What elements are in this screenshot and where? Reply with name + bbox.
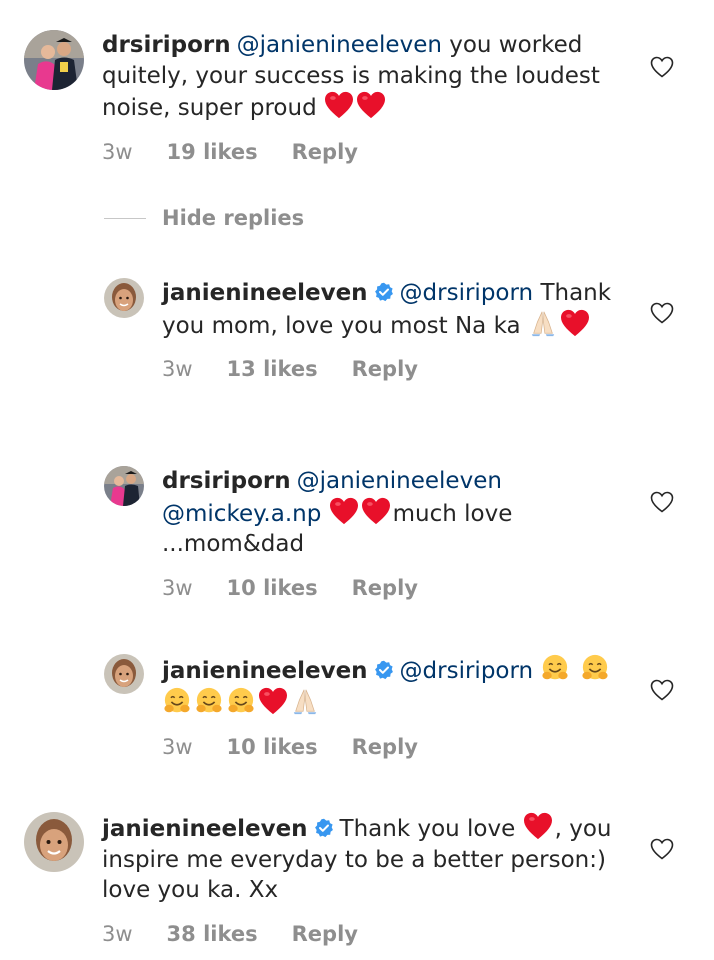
- hugging-face-emoji: [162, 687, 192, 715]
- hide-replies-label: Hide replies: [162, 206, 305, 230]
- timestamp: 3w: [162, 575, 193, 600]
- hugging-face-emoji: [540, 654, 570, 682]
- red-heart-emoji: [356, 91, 386, 119]
- hugging-face-emoji: [194, 687, 224, 715]
- username[interactable]: janienineeleven: [162, 658, 368, 684]
- avatar[interactable]: [24, 812, 84, 872]
- likes-count[interactable]: 13 likes: [227, 357, 318, 381]
- red-heart-emoji: [258, 687, 288, 715]
- reply-button[interactable]: Reply: [292, 922, 358, 946]
- comment-meta: 3w 10 likes Reply: [162, 576, 634, 600]
- comment-body: much: [392, 500, 457, 527]
- verified-badge-icon: [314, 818, 334, 838]
- likes-count[interactable]: 38 likes: [167, 922, 258, 946]
- heart-outline-icon[interactable]: [650, 491, 674, 513]
- likes-count[interactable]: 10 likes: [227, 735, 318, 759]
- comment-text: drsiriporn @janienineeleven you worked qu…: [102, 30, 634, 124]
- hugging-face-emoji: [580, 654, 610, 682]
- timestamp: 3w: [162, 357, 193, 381]
- comment-item: janienineeleven Thank you love , you insp…: [24, 812, 634, 946]
- red-heart-emoji: [329, 497, 359, 525]
- mention-link[interactable]: @janienineeleven: [237, 32, 442, 58]
- mention-link[interactable]: @drsiriporn: [400, 280, 534, 306]
- timestamp: 3w: [102, 921, 133, 946]
- comment-text: janienineeleven @drsiriporn Thank you mom…: [162, 278, 634, 341]
- reply-button[interactable]: Reply: [352, 576, 418, 600]
- reply-button[interactable]: Reply: [292, 140, 358, 164]
- comment-meta: 3w 19 likes Reply: [102, 140, 634, 164]
- timestamp: 3w: [162, 735, 193, 759]
- username[interactable]: drsiriporn: [162, 468, 291, 494]
- comment-text: janienineeleven Thank you love , you insp…: [102, 812, 634, 906]
- divider: [104, 217, 146, 219]
- avatar[interactable]: [104, 466, 144, 506]
- mention-link[interactable]: @drsiriporn: [400, 658, 534, 684]
- heart-outline-icon[interactable]: [650, 56, 674, 78]
- avatar[interactable]: [24, 30, 84, 90]
- comment-meta: 3w 38 likes Reply: [102, 922, 634, 946]
- heart-outline-icon[interactable]: [650, 302, 674, 324]
- avatar[interactable]: [104, 654, 144, 694]
- timestamp: 3w: [102, 139, 133, 164]
- reply-button[interactable]: Reply: [352, 735, 418, 759]
- comment-thread: drsiriporn @janienineeleven you worked qu…: [0, 0, 714, 960]
- likes-count[interactable]: 10 likes: [227, 576, 318, 600]
- mention-link[interactable]: @janienineeleven: [297, 468, 502, 494]
- mention-link[interactable]: @mickey.a.np: [162, 501, 321, 527]
- reply-item: janienineeleven @drsiriporn Thank you mom…: [104, 278, 634, 381]
- comment-text: drsiriporn @janienineeleven @mickey.a.np …: [162, 466, 634, 560]
- folded-hands-emoji: [290, 687, 320, 715]
- verified-badge-icon: [374, 282, 394, 302]
- red-heart-emoji: [361, 497, 391, 525]
- comment-meta: 3w 10 likes Reply: [162, 735, 634, 759]
- comment-text: janienineeleven @drsiriporn: [162, 654, 634, 719]
- username[interactable]: drsiriporn: [102, 32, 231, 58]
- reply-item: janienineeleven @drsiriporn 3w 10 likes R…: [104, 654, 634, 759]
- folded-hands-emoji: [528, 309, 558, 337]
- heart-outline-icon[interactable]: [650, 679, 674, 701]
- username[interactable]: janienineeleven: [102, 816, 308, 842]
- heart-outline-icon[interactable]: [650, 838, 674, 860]
- reply-button[interactable]: Reply: [352, 357, 418, 381]
- red-heart-emoji: [560, 309, 590, 337]
- comment-body: Thank you love: [339, 816, 516, 842]
- avatar[interactable]: [104, 278, 144, 318]
- username[interactable]: janienineeleven: [162, 280, 368, 306]
- red-heart-emoji: [523, 812, 553, 840]
- likes-count[interactable]: 19 likes: [167, 140, 258, 164]
- comment-meta: 3w 13 likes Reply: [162, 357, 634, 381]
- comment-item: drsiriporn @janienineeleven you worked qu…: [24, 30, 634, 164]
- hugging-face-emoji: [226, 687, 256, 715]
- red-heart-emoji: [324, 91, 354, 119]
- verified-badge-icon: [374, 660, 394, 680]
- hide-replies-button[interactable]: Hide replies: [104, 206, 304, 230]
- reply-item: drsiriporn @janienineeleven @mickey.a.np …: [104, 466, 634, 600]
